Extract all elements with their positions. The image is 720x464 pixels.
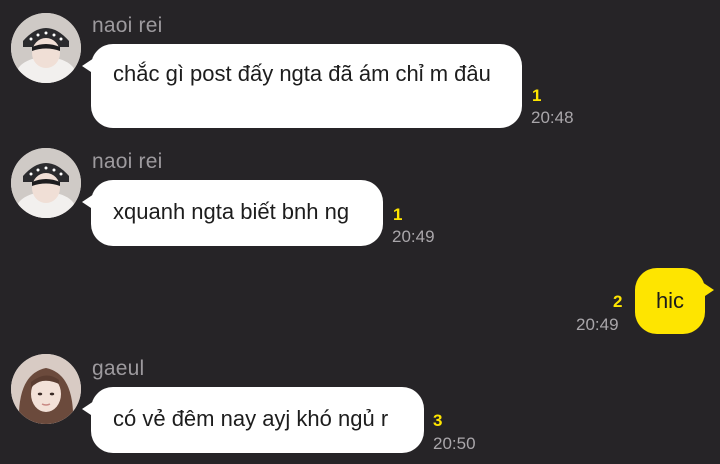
message-text: xquanh ngta biết bnh ng	[113, 199, 350, 224]
avatar-naoi-rei[interactable]	[11, 13, 81, 83]
unread-count: 2	[613, 292, 623, 311]
sender-name: naoi rei	[92, 150, 163, 173]
avatar-photo-icon	[11, 354, 81, 424]
unread-count: 3	[433, 411, 443, 430]
sender-name: naoi rei	[92, 14, 163, 37]
message-bubble[interactable]: có vẻ đêm nay ayj khó ngủ r	[82, 387, 424, 453]
avatar-photo-icon	[11, 13, 81, 83]
timestamp: 20:49	[576, 315, 619, 334]
avatar-photo-icon	[11, 148, 81, 218]
message-text: có vẻ đêm nay ayj khó ngủ r	[113, 406, 389, 431]
timestamp: 20:50	[433, 434, 476, 453]
unread-count: 1	[532, 86, 542, 105]
message-bubble[interactable]: hic	[635, 268, 714, 334]
message-bubble[interactable]: xquanh ngta biết bnh ng	[82, 180, 383, 246]
avatar-naoi-rei[interactable]	[11, 148, 81, 218]
timestamp: 20:48	[531, 108, 574, 127]
timestamp: 20:49	[392, 227, 435, 246]
sender-name: gaeul	[92, 357, 145, 380]
message-text: hic	[655, 288, 685, 313]
message-bubble[interactable]: chắc gì post đấy ngta đã ám chỉ m đâu	[82, 44, 522, 128]
avatar-gaeul[interactable]	[11, 354, 81, 424]
message-text: chắc gì post đấy ngta đã ám chỉ m đâu	[113, 61, 491, 86]
unread-count: 1	[393, 205, 403, 224]
